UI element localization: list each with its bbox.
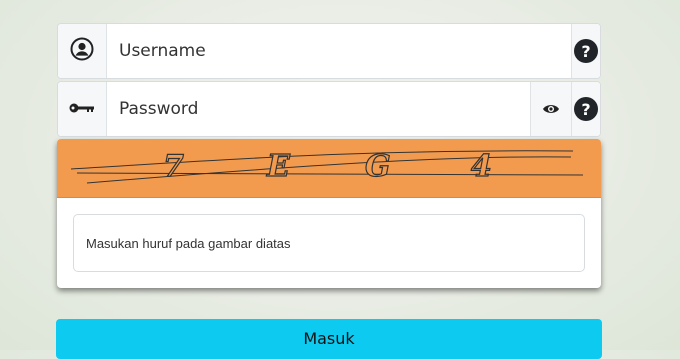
question-circle-icon: ? xyxy=(574,97,598,121)
username-prefix xyxy=(58,24,107,78)
username-help-button[interactable]: ? xyxy=(571,24,600,78)
key-icon xyxy=(69,100,95,119)
captcha-char: G xyxy=(364,148,391,184)
captcha-image: 7 E G 4 xyxy=(57,139,601,198)
question-circle-icon: ? xyxy=(574,39,598,63)
captcha-char: E xyxy=(266,148,290,184)
password-help-button[interactable]: ? xyxy=(571,82,600,136)
user-circle-icon xyxy=(70,37,94,65)
captcha-input[interactable]: Masukan huruf pada gambar diatas xyxy=(73,214,585,272)
username-field[interactable]: Username ? xyxy=(57,23,601,79)
password-field[interactable]: Password ? xyxy=(57,81,601,137)
password-prefix xyxy=(58,82,107,136)
captcha-char: 7 xyxy=(162,148,184,184)
username-input[interactable]: Username xyxy=(107,24,571,78)
eye-icon xyxy=(542,100,560,119)
show-password-button[interactable] xyxy=(530,82,571,136)
captcha-char: 4 xyxy=(470,148,492,184)
login-button[interactable]: Masuk xyxy=(56,319,602,359)
password-input[interactable]: Password xyxy=(107,82,530,136)
captcha-card: 7 E G 4 Masukan huruf pada gambar diatas xyxy=(57,139,601,288)
